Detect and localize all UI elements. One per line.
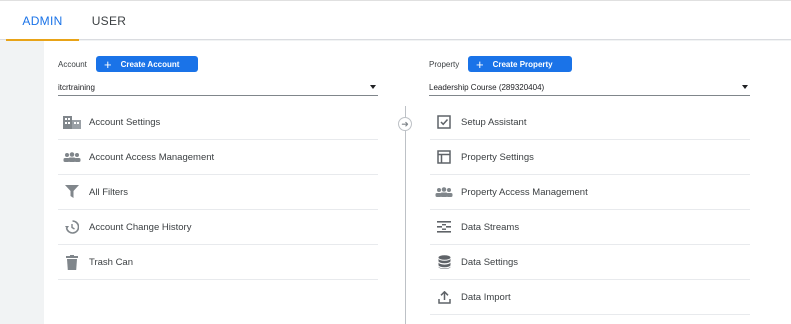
account-settings-item[interactable]: Account Settings bbox=[58, 105, 378, 140]
checkbox-icon bbox=[435, 113, 453, 131]
create-account-button[interactable]: + Create Account bbox=[96, 56, 198, 72]
people-icon bbox=[63, 148, 81, 166]
plus-icon: + bbox=[476, 56, 484, 72]
top-tab-bar: ADMIN USER bbox=[0, 0, 791, 41]
trash-can-item[interactable]: Trash Can bbox=[58, 245, 378, 280]
streams-icon bbox=[435, 218, 453, 236]
property-selector[interactable]: Leadership Course (289320404) bbox=[429, 79, 750, 96]
account-change-history-label: Account Change History bbox=[89, 221, 192, 233]
tab-admin[interactable]: ADMIN bbox=[6, 1, 79, 41]
dropdown-caret-icon bbox=[742, 85, 748, 89]
account-selected-value: itcrtraining bbox=[58, 82, 95, 92]
data-settings-item[interactable]: Data Settings bbox=[430, 245, 750, 280]
account-access-management-label: Account Access Management bbox=[89, 151, 215, 163]
upload-icon bbox=[435, 288, 453, 306]
people-icon bbox=[435, 183, 453, 201]
setup-assistant-item[interactable]: Setup Assistant bbox=[430, 105, 750, 140]
dropdown-caret-icon bbox=[370, 85, 376, 89]
data-streams-item[interactable]: Data Streams bbox=[430, 210, 750, 245]
data-import-label: Data Import bbox=[461, 291, 511, 303]
property-menu: Setup Assistant Property Settings Proper… bbox=[430, 105, 750, 315]
arrow-right-icon: ➜ bbox=[398, 117, 412, 131]
history-icon bbox=[63, 218, 81, 236]
create-property-label: Create Property bbox=[492, 59, 553, 69]
data-settings-label: Data Settings bbox=[461, 256, 519, 268]
create-account-label: Create Account bbox=[120, 59, 180, 69]
account-change-history-item[interactable]: Account Change History bbox=[58, 210, 378, 245]
tab-user[interactable]: USER bbox=[80, 1, 138, 41]
data-streams-label: Data Streams bbox=[461, 221, 520, 233]
data-import-item[interactable]: Data Import bbox=[430, 280, 750, 315]
account-settings-label: Account Settings bbox=[89, 116, 161, 128]
create-property-button[interactable]: + Create Property bbox=[468, 56, 572, 72]
property-selected-value: Leadership Course (289320404) bbox=[429, 82, 545, 92]
account-access-management-item[interactable]: Account Access Management bbox=[58, 140, 378, 175]
plus-icon: + bbox=[104, 56, 112, 72]
account-menu: Account Settings Account Access Manageme… bbox=[58, 105, 378, 280]
trash-icon bbox=[63, 253, 81, 271]
setup-assistant-label: Setup Assistant bbox=[461, 116, 527, 128]
property-access-management-label: Property Access Management bbox=[461, 186, 588, 198]
database-icon bbox=[435, 253, 453, 271]
layout-icon bbox=[435, 148, 453, 166]
building-icon bbox=[63, 113, 81, 131]
all-filters-item[interactable]: All Filters bbox=[58, 175, 378, 210]
trash-can-label: Trash Can bbox=[89, 256, 133, 268]
filter-icon bbox=[63, 183, 81, 201]
account-label: Account bbox=[58, 60, 87, 69]
all-filters-label: All Filters bbox=[89, 186, 129, 198]
property-label: Property bbox=[429, 60, 460, 69]
property-settings-label: Property Settings bbox=[461, 151, 534, 163]
property-settings-item[interactable]: Property Settings bbox=[430, 140, 750, 175]
property-access-management-item[interactable]: Property Access Management bbox=[430, 175, 750, 210]
account-selector[interactable]: itcrtraining bbox=[58, 79, 378, 96]
column-divider bbox=[405, 106, 406, 324]
